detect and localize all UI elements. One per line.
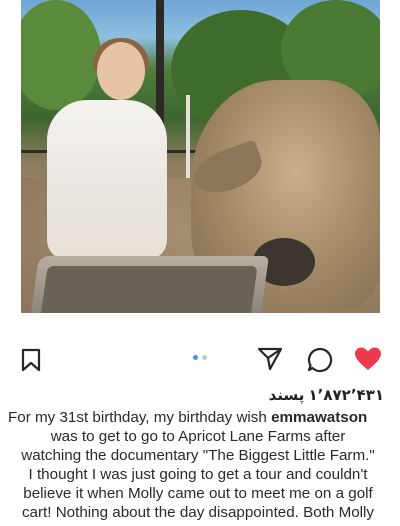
carousel-dot-active [193,355,198,360]
caption-line: I thought I was just going to get a tour… [28,466,368,483]
person-face [97,42,145,100]
person [47,100,167,260]
feeding-trough [30,256,270,313]
caption-first-line: For my 31st birthday, my birthday wish e… [8,408,388,427]
bookmark-icon[interactable] [20,348,42,372]
likes-count[interactable]: ۱٬۸۷۲٬۴۳۱ پسند [269,386,384,404]
caption-line: cart! Nothing about the day disappointed… [21,504,375,521]
caption-lead: For my 31st birthday, my birthday wish [8,409,267,426]
comment-icon[interactable] [306,346,334,374]
carousel-indicator [193,355,207,360]
send-icon[interactable] [257,346,283,372]
post-caption: For my 31st birthday, my birthday wish e… [8,408,388,522]
username-link[interactable]: emmawatson [271,409,367,426]
caption-line: believe it when Molly came out to meet m… [23,485,373,502]
likes-label: پسند [268,387,305,404]
post-photo[interactable] [21,0,380,313]
carousel-dot [202,355,207,360]
caption-line: watching the documentary "The Biggest Li… [21,447,375,464]
tree [21,0,101,110]
likes-number: ۱٬۸۷۲٬۴۳۱ [308,387,384,404]
heart-icon[interactable] [354,346,382,372]
caption-line: was to get to go to Apricot Lane Farms a… [50,428,346,445]
